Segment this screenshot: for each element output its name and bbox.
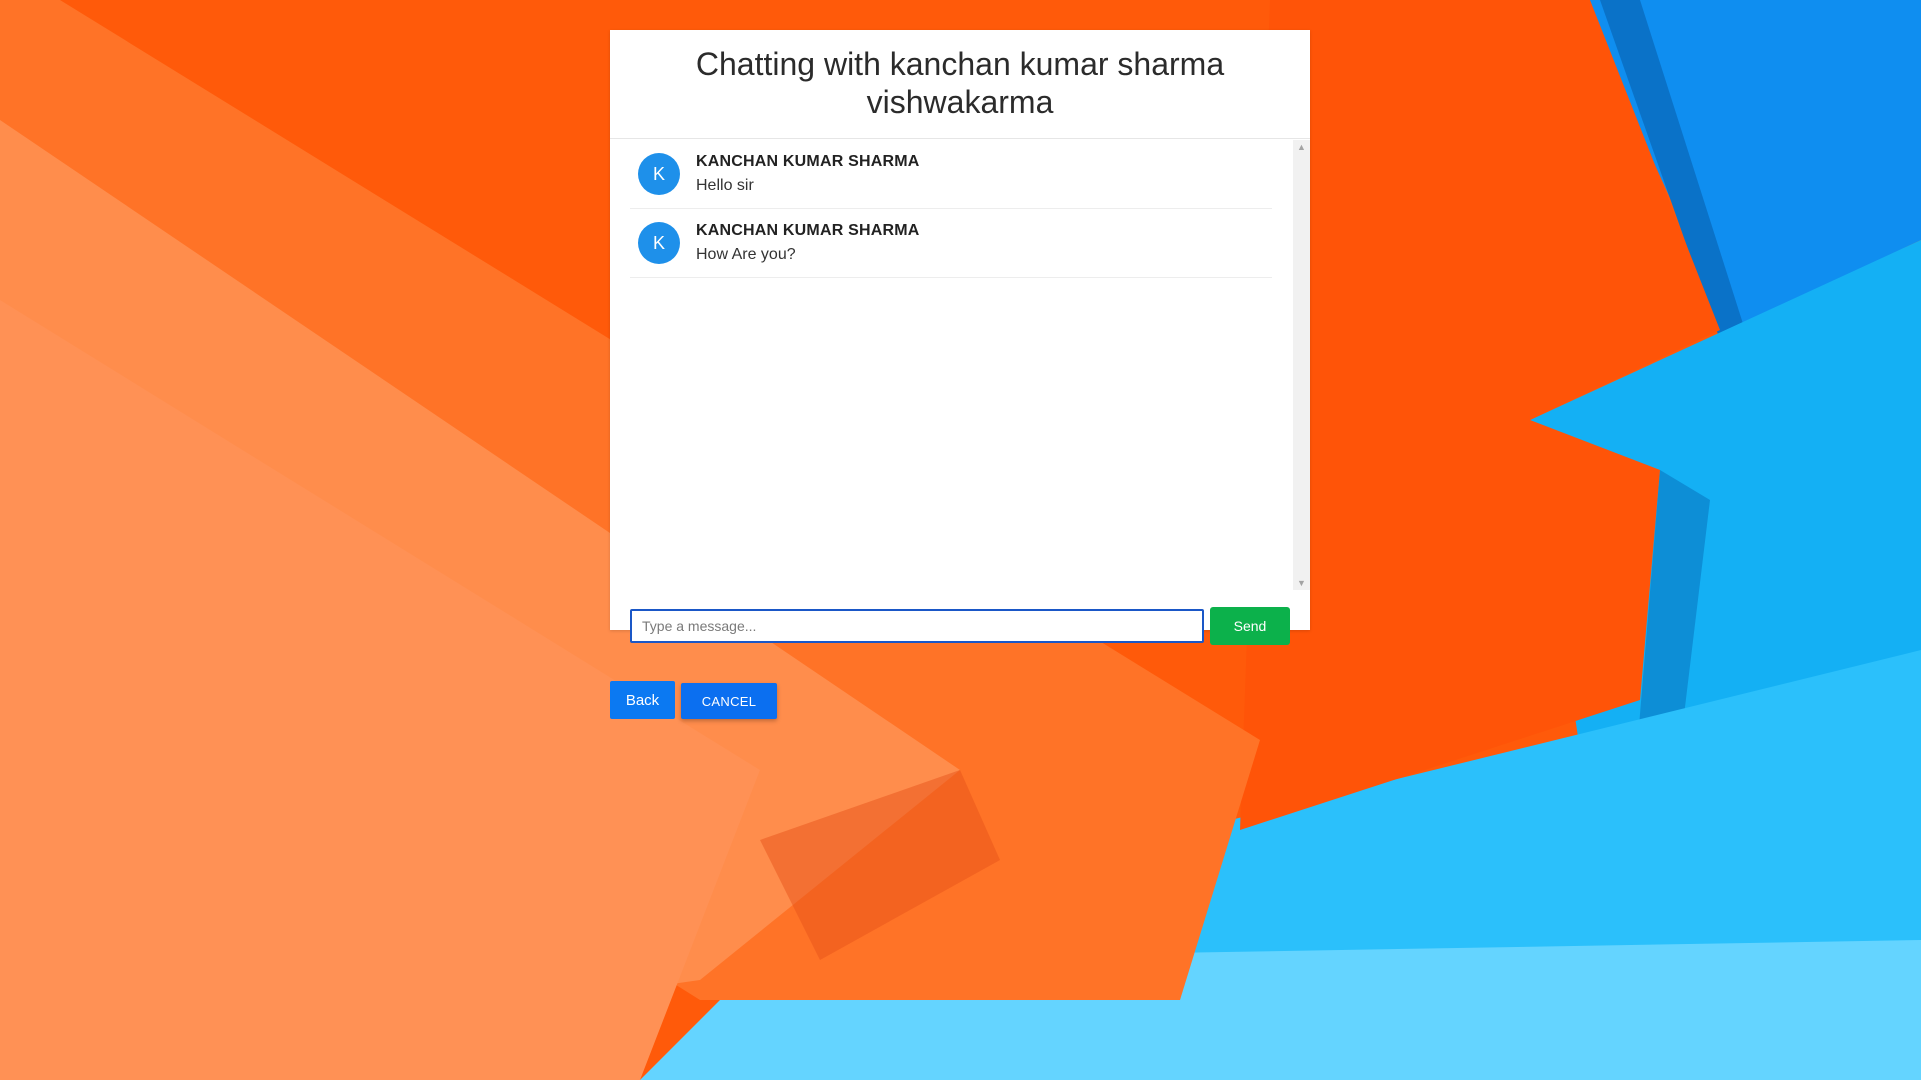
message-body: KANCHAN KUMAR SHARMA How Are you?: [696, 222, 920, 264]
scroll-down-arrow-icon[interactable]: ▼: [1293, 576, 1310, 590]
sender-avatar: K: [638, 222, 680, 264]
cancel-button[interactable]: CANCEL: [681, 683, 777, 719]
message-input[interactable]: [630, 609, 1204, 643]
message-text: How Are you?: [696, 246, 796, 263]
scroll-up-arrow-icon[interactable]: ▲: [1293, 140, 1310, 154]
message-item: K KANCHAN KUMAR SHARMA How Are you?: [630, 209, 1272, 278]
message-sender: KANCHAN KUMAR SHARMA: [696, 153, 920, 170]
message-sender: KANCHAN KUMAR SHARMA: [696, 222, 920, 239]
chat-title: Chatting with kanchan kumar sharma vishw…: [610, 30, 1310, 139]
message-body: KANCHAN KUMAR SHARMA Hello sir: [696, 153, 920, 195]
message-composer: Send: [630, 607, 1290, 645]
message-list-scrollbar[interactable]: ▲ ▼: [1293, 140, 1310, 590]
sender-avatar: K: [638, 153, 680, 195]
send-button[interactable]: Send: [1210, 607, 1290, 645]
back-button[interactable]: Back: [610, 681, 675, 719]
message-text: Hello sir: [696, 177, 754, 194]
chat-panel: Chatting with kanchan kumar sharma vishw…: [610, 30, 1310, 630]
message-item: K KANCHAN KUMAR SHARMA Hello sir: [630, 140, 1272, 209]
action-bar: Back CANCEL: [610, 681, 777, 719]
message-list[interactable]: K KANCHAN KUMAR SHARMA Hello sir K KANCH…: [630, 140, 1293, 590]
